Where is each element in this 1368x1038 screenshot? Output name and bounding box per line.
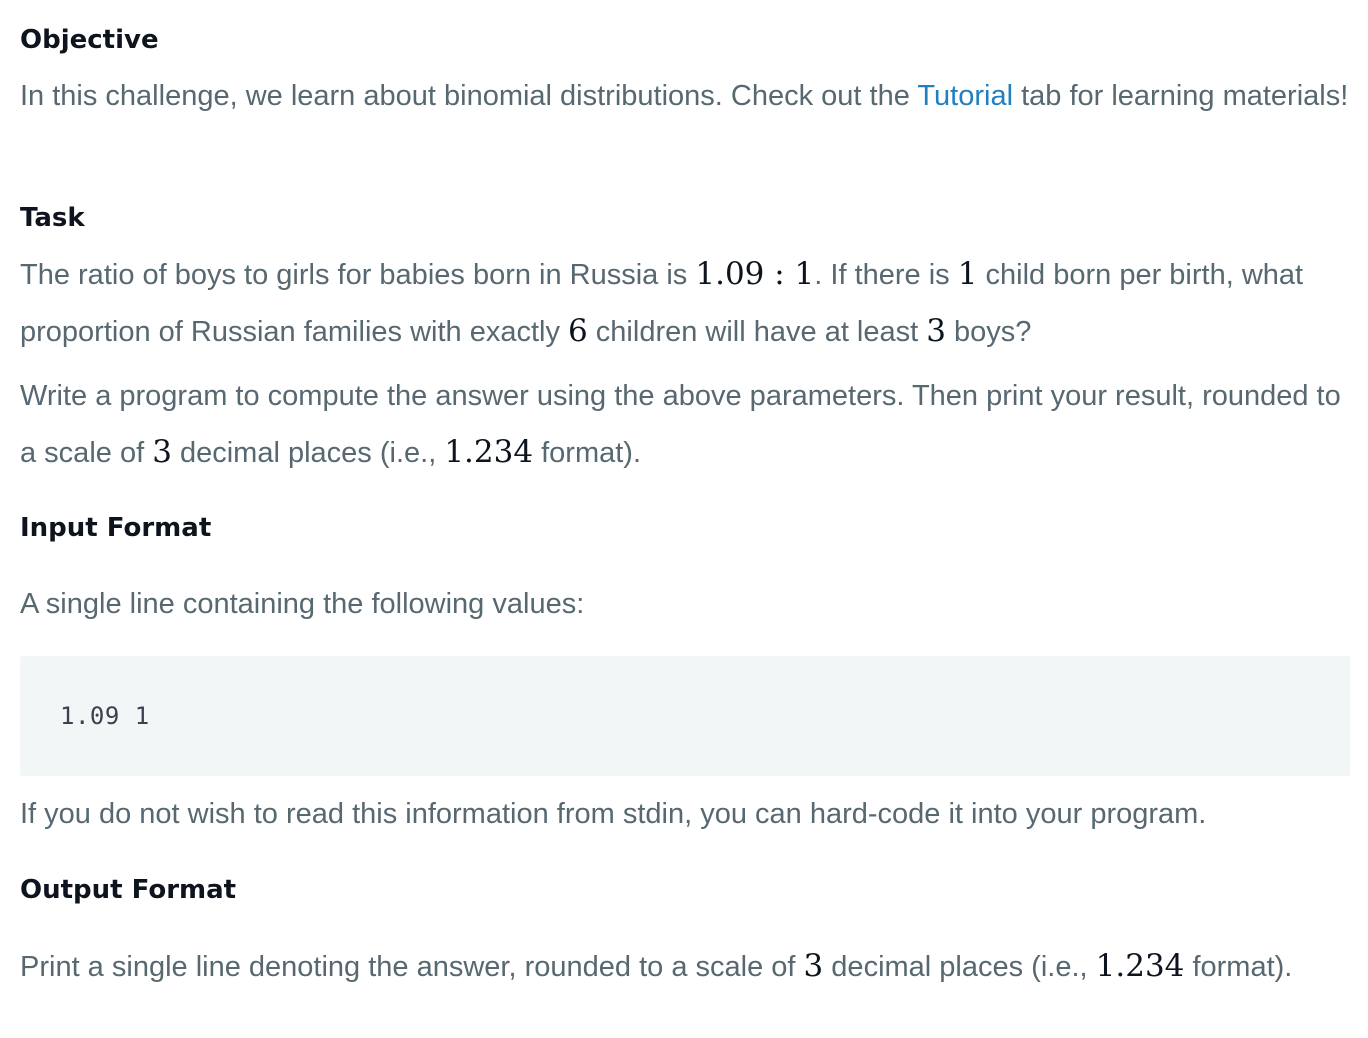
sample-input-code: 1.09 1 <box>60 702 150 730</box>
task-p2-text: decimal places (i.e., <box>171 437 445 469</box>
objective-text-before-link: In this challenge, we learn about binomi… <box>20 80 918 112</box>
output-format-text-part: decimal places (i.e., <box>823 951 1096 983</box>
task-heading: Task <box>20 203 85 233</box>
output-format-example-math: 1.234 <box>1095 948 1185 984</box>
task-paragraph-2: Write a program to compute the answer us… <box>20 368 1350 481</box>
output-format-heading: Output Format <box>20 875 237 905</box>
format-example-math: 1.234 <box>444 434 534 470</box>
task-p1-text: The ratio of boys to girls for babies bo… <box>20 259 696 291</box>
task-p1-text: boys? <box>945 316 1032 348</box>
min-boys-math: 3 <box>926 313 946 349</box>
input-format-text: A single line containing the following v… <box>20 588 585 620</box>
objective-text: In this challenge, we learn about binomi… <box>20 68 1350 124</box>
objective-heading: Objective <box>20 25 159 55</box>
output-decimal-places-math: 3 <box>803 948 824 984</box>
sample-input-code-block: 1.09 1 <box>20 656 1350 776</box>
input-format-note: If you do not wish to read this informat… <box>20 798 1207 830</box>
boy-girl-ratio-math: 1.09 : 1 <box>695 256 815 292</box>
task-p2-text: format). <box>533 437 642 469</box>
output-format-text-part: Print a single line denoting the answer,… <box>20 951 804 983</box>
task-p1-text: . If there is <box>814 259 958 291</box>
objective-text-after-link: tab for learning materials! <box>1013 80 1349 112</box>
output-format-text-part: format). <box>1184 951 1293 983</box>
decimal-places-math: 3 <box>152 434 172 470</box>
children-count-math: 6 <box>568 313 588 349</box>
input-format-heading: Input Format <box>20 513 212 543</box>
tutorial-link[interactable]: Tutorial <box>917 80 1013 112</box>
task-p1-text: children will have at least <box>587 316 927 348</box>
child-per-birth-math: 1 <box>957 256 978 292</box>
task-paragraph-1: The ratio of boys to girls for babies bo… <box>20 246 1350 360</box>
output-format-text: Print a single line denoting the answer,… <box>20 938 1350 995</box>
